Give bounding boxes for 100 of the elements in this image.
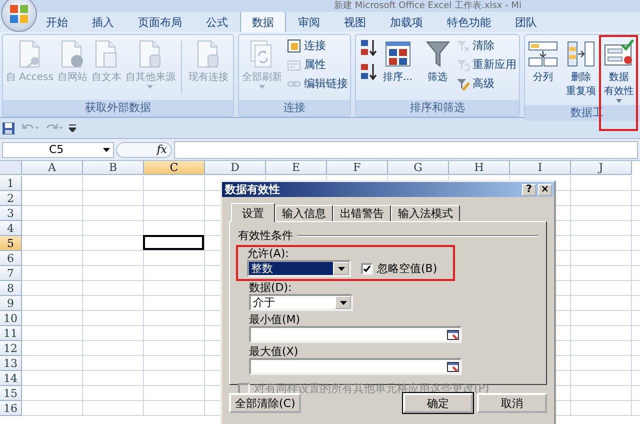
range-picker-icon[interactable] bbox=[447, 362, 459, 372]
dialog-tab[interactable]: 出错警告 bbox=[333, 205, 391, 221]
group-label: 连接 bbox=[239, 100, 350, 116]
window-title: 新建 Microsoft Office Excel 工作表.xlsx - Mi bbox=[334, 0, 522, 12]
button-label: 自 Access bbox=[6, 71, 54, 85]
help-button[interactable]: ? bbox=[522, 184, 536, 196]
close-button[interactable]: × bbox=[538, 184, 552, 196]
group-label: 排序和筛选 bbox=[356, 100, 519, 116]
save-icon[interactable] bbox=[2, 122, 15, 134]
document-database-icon bbox=[137, 39, 164, 69]
caret-icon bbox=[340, 300, 346, 304]
ribbon-tab[interactable]: 加载项 bbox=[378, 11, 435, 32]
caret-icon bbox=[147, 85, 154, 89]
row-header[interactable]: 1 bbox=[0, 176, 22, 191]
data-dropdown[interactable]: 介于 bbox=[249, 294, 353, 311]
row-header[interactable]: 9 bbox=[0, 296, 22, 311]
office-logo-icon bbox=[9, 4, 29, 24]
input-field[interactable] bbox=[249, 326, 462, 343]
row-header[interactable]: 11 bbox=[0, 326, 22, 341]
dialog-button[interactable]: 确定 bbox=[403, 393, 473, 413]
column-header[interactable]: E bbox=[266, 161, 327, 175]
dialog-title: 数据有效性 bbox=[225, 182, 281, 197]
column-header[interactable]: D bbox=[205, 161, 266, 175]
dialog-button[interactable]: 取消 bbox=[477, 393, 547, 413]
ribbon-tab[interactable]: 视图 bbox=[332, 11, 378, 32]
column-header[interactable]: C bbox=[144, 161, 205, 175]
row-header[interactable]: 10 bbox=[0, 311, 22, 326]
column-header[interactable]: I bbox=[510, 161, 571, 175]
ribbon-button[interactable]: 排序... bbox=[382, 37, 414, 87]
split-columns-icon bbox=[528, 39, 558, 69]
caret-icon bbox=[338, 266, 344, 270]
row-header[interactable]: 13 bbox=[0, 356, 22, 371]
button-label: 分列 bbox=[533, 71, 553, 85]
customize-caret-icon[interactable] bbox=[69, 124, 76, 132]
ribbon-tab[interactable]: 公式 bbox=[194, 11, 240, 32]
row-header[interactable]: 3 bbox=[0, 206, 22, 221]
ribbon-tab[interactable]: 数据 bbox=[240, 11, 286, 32]
row-header[interactable]: 12 bbox=[0, 341, 22, 356]
ribbon-button[interactable]: 高级 bbox=[454, 75, 519, 92]
dialog-button[interactable]: 全部清除(C) bbox=[229, 393, 302, 413]
ribbon-button[interactable]: 分列 bbox=[527, 37, 559, 87]
dialog-tab[interactable]: 输入信息 bbox=[275, 205, 333, 221]
active-cell[interactable] bbox=[143, 235, 204, 250]
column-header[interactable]: H bbox=[449, 161, 510, 175]
ribbon-button[interactable]: 删除 重复项 bbox=[565, 37, 597, 101]
allow-dropdown[interactable]: 整数 bbox=[247, 260, 351, 277]
button-label: 自网站 bbox=[57, 71, 88, 85]
column-header[interactable]: B bbox=[83, 161, 144, 175]
funnel-icon bbox=[424, 39, 451, 69]
ribbon-tab[interactable]: 开始 bbox=[34, 11, 80, 32]
caret-icon bbox=[103, 148, 110, 152]
dialog-tab[interactable]: 输入法模式 bbox=[391, 205, 460, 221]
row-header[interactable]: 14 bbox=[0, 371, 22, 386]
row-header[interactable]: 8 bbox=[0, 281, 22, 296]
field-label: 允许(A): bbox=[247, 247, 290, 260]
row-header[interactable]: 4 bbox=[0, 221, 22, 236]
sort-ascending-icon bbox=[360, 38, 378, 58]
checkbox[interactable] bbox=[361, 262, 373, 274]
ribbon-tab[interactable]: 特色功能 bbox=[435, 11, 503, 32]
section-label: 有效性条件 bbox=[238, 228, 293, 243]
caret-icon bbox=[259, 85, 265, 89]
ribbon-tab[interactable]: 页面布局 bbox=[126, 11, 194, 32]
column-header[interactable]: A bbox=[22, 161, 83, 175]
ribbon-button[interactable]: 连接 bbox=[285, 37, 350, 54]
button-label: 数据 bbox=[609, 71, 629, 85]
button-label: 筛选 bbox=[428, 71, 448, 85]
funnel-pencil-icon bbox=[456, 76, 470, 90]
caret-icon bbox=[616, 99, 622, 103]
row-header[interactable]: 5 bbox=[0, 236, 22, 251]
button-label: 排序... bbox=[383, 71, 413, 85]
button-label: 现有连接 bbox=[188, 71, 228, 85]
row-header[interactable]: 2 bbox=[0, 191, 22, 206]
column-header[interactable]: G bbox=[388, 161, 449, 175]
cell-reference: C5 bbox=[49, 142, 64, 158]
funnel-arrow-icon bbox=[456, 58, 470, 72]
button-label: 自文本 bbox=[91, 71, 122, 85]
input-field[interactable] bbox=[249, 358, 462, 375]
name-box[interactable]: C5 bbox=[2, 142, 114, 158]
row-header[interactable]: 16 bbox=[0, 401, 22, 416]
ribbon-tab[interactable]: 审阅 bbox=[286, 11, 332, 32]
dialog-tab[interactable]: 设置 bbox=[231, 203, 275, 222]
field-label: 最大值(X) bbox=[249, 345, 300, 358]
row-header[interactable]: 15 bbox=[0, 386, 22, 401]
button-label: 删除 bbox=[571, 71, 591, 85]
ribbon-tab[interactable]: 团队 bbox=[503, 11, 549, 32]
column-header[interactable]: F bbox=[327, 161, 388, 175]
checkbox-label: 忽略空值(B) bbox=[377, 261, 438, 276]
row-header[interactable]: 6 bbox=[0, 251, 22, 266]
dropdown-value: 整数 bbox=[249, 262, 333, 275]
ribbon-button[interactable]: 筛选 bbox=[424, 37, 452, 87]
formula-input[interactable] bbox=[174, 140, 638, 158]
funnel-cross-icon bbox=[456, 38, 470, 52]
row-header[interactable]: 7 bbox=[0, 266, 22, 281]
duplicate-rows-icon bbox=[566, 39, 596, 69]
document-lines-icon bbox=[93, 39, 120, 69]
group-label: 获取外部数据 bbox=[3, 100, 233, 116]
insert-function-button[interactable]: fx bbox=[116, 142, 172, 158]
column-header[interactable]: J bbox=[571, 161, 632, 175]
ribbon-tab[interactable]: 插入 bbox=[80, 11, 126, 32]
range-picker-icon[interactable] bbox=[447, 330, 459, 340]
